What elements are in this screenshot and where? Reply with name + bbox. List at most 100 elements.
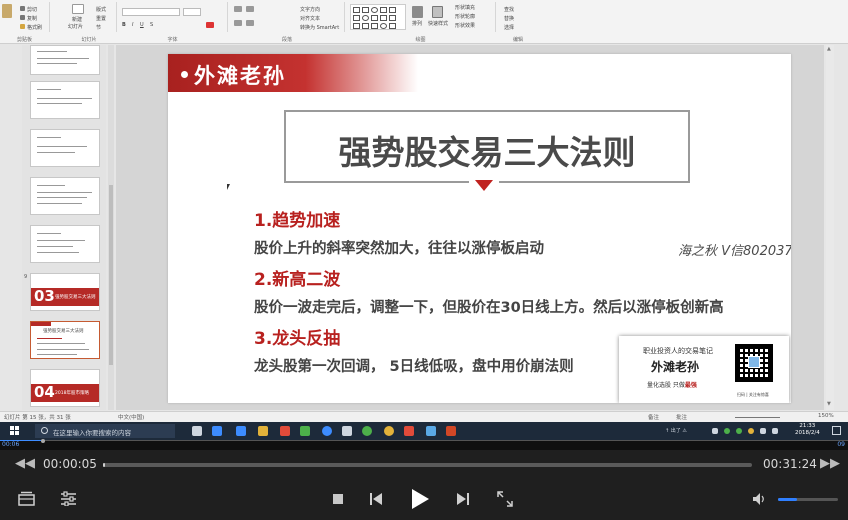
chrome-icon[interactable] — [384, 426, 394, 436]
shape-effects-button[interactable]: 形状效果 — [455, 22, 475, 29]
quick-styles-icon[interactable] — [432, 6, 443, 18]
italic-icon[interactable]: I — [132, 22, 133, 28]
smartart-button[interactable]: 转换为 SmartArt — [300, 24, 339, 31]
playlist-icon[interactable] — [18, 491, 35, 506]
copy-icon[interactable] — [20, 15, 25, 20]
ppt-ribbon: 剪切 复制 格式刷 剪贴板 新建 幻灯片 版式 重置 节 幻灯片 B I U S… — [0, 0, 848, 44]
arrange-button[interactable]: 排列 — [412, 20, 422, 27]
paste-icon[interactable] — [2, 4, 12, 18]
mini-progress-knob[interactable] — [41, 439, 45, 443]
next-icon[interactable] — [456, 492, 470, 506]
previous-icon[interactable] — [369, 492, 383, 506]
windows-start-icon[interactable] — [10, 426, 19, 435]
text-direction-button[interactable]: 文字方向 — [300, 6, 320, 13]
bullets-icon[interactable] — [234, 6, 242, 12]
slide-thumbnail[interactable] — [30, 225, 100, 263]
bold-icon[interactable]: B — [122, 22, 126, 28]
replace-button[interactable]: 替换 — [504, 15, 514, 22]
slide-scrollbar[interactable]: ▲ ▼ — [826, 45, 834, 410]
slide-thumbnail[interactable] — [30, 45, 100, 75]
find-button[interactable]: 查找 — [504, 6, 514, 13]
zoom-level[interactable]: 150% — [818, 413, 834, 419]
align-center-icon[interactable] — [246, 20, 254, 26]
slide-thumbnail-selected[interactable]: 强势股交易三大法则 — [30, 321, 100, 359]
system-tray[interactable]: ↑ 出了 ⚠ — [665, 427, 687, 434]
powerpoint-icon[interactable] — [446, 426, 456, 436]
taskbar-clock[interactable]: 21:33 2018/2/4 — [795, 423, 820, 437]
app-icon[interactable] — [280, 426, 290, 436]
format-painter-button[interactable]: 格式刷 — [27, 24, 42, 31]
app-icon[interactable] — [426, 426, 436, 436]
app-store-icon[interactable] — [212, 426, 222, 436]
language-indicator[interactable]: 中文(中国) — [118, 413, 144, 421]
scroll-down-icon[interactable]: ▼ — [827, 401, 831, 407]
shape-outline-button[interactable]: 形状轮廓 — [455, 13, 475, 20]
cut-button[interactable]: 剪切 — [27, 6, 37, 13]
new-slide-button[interactable]: 新建 — [72, 16, 82, 23]
volume-slider[interactable] — [778, 498, 838, 501]
task-view-icon[interactable] — [192, 426, 202, 436]
slide-thumbnail[interactable] — [30, 129, 100, 167]
shadow-icon[interactable]: S — [150, 22, 153, 28]
video-player-controls: ◀◀ 00:00:05 00:31:24 ▶▶ — [0, 450, 848, 520]
mail-icon[interactable] — [342, 426, 352, 436]
app-icon[interactable] — [404, 426, 414, 436]
edge-browser-icon[interactable] — [236, 426, 246, 436]
align-text-button[interactable]: 对齐文本 — [300, 15, 320, 22]
bullet-dot-icon — [181, 71, 188, 78]
slide-number: 9 — [24, 274, 28, 280]
current-slide[interactable]: 外滩老孙 强势股交易三大法则 1.趋势加速 股价上升的斜率突然加大，往往以涨停板… — [168, 54, 791, 403]
file-explorer-icon[interactable] — [258, 426, 268, 436]
app-icon[interactable] — [300, 426, 310, 436]
tray-icon[interactable] — [712, 428, 718, 434]
volume-icon[interactable] — [752, 492, 766, 506]
fullscreen-icon[interactable] — [497, 491, 513, 507]
shapes-gallery[interactable] — [350, 4, 406, 30]
section-button[interactable]: 节 — [96, 24, 101, 31]
numbering-icon[interactable] — [246, 6, 254, 12]
new-slide-button-line2[interactable]: 幻灯片 — [68, 23, 83, 30]
arrange-icon[interactable] — [412, 6, 423, 18]
browser-icon[interactable] — [322, 426, 332, 436]
app-icon[interactable] — [362, 426, 372, 436]
select-button[interactable]: 选择 — [504, 24, 514, 31]
speaker-icon[interactable] — [772, 428, 778, 434]
seek-bar[interactable] — [103, 463, 752, 467]
video-frame[interactable]: 剪切 复制 格式刷 剪贴板 新建 幻灯片 版式 重置 节 幻灯片 B I U S… — [0, 0, 848, 440]
layout-button[interactable]: 版式 — [96, 6, 106, 13]
rewind-icon[interactable]: ◀◀ — [15, 456, 35, 471]
slide-thumbnail[interactable]: 04 2018年股市策略 — [30, 369, 100, 407]
reset-button[interactable]: 重置 — [96, 15, 106, 22]
fast-forward-icon[interactable]: ▶▶ — [820, 456, 840, 471]
mini-progress-bar[interactable] — [0, 440, 848, 441]
tray-icon[interactable] — [736, 428, 742, 434]
cut-icon[interactable] — [20, 6, 25, 11]
scroll-up-icon[interactable]: ▲ — [827, 46, 831, 52]
slide-thumbnail[interactable]: 9 03 强势股交易三大法则 — [24, 273, 100, 311]
play-icon[interactable] — [410, 488, 430, 510]
font-color-icon[interactable] — [206, 22, 214, 28]
new-slide-icon[interactable] — [72, 4, 84, 14]
comments-button[interactable]: 批注 — [676, 413, 687, 421]
shape-fill-button[interactable]: 形状填充 — [455, 4, 475, 11]
format-painter-icon[interactable] — [20, 24, 25, 29]
notes-button[interactable]: 备注 — [648, 413, 659, 421]
equalizer-icon[interactable] — [60, 491, 77, 506]
thumbnail-scrollbar[interactable] — [108, 45, 114, 410]
taskbar-search-box[interactable]: 在这里输入你要搜索的内容 — [35, 424, 175, 438]
slide-thumbnail[interactable] — [30, 81, 100, 119]
underline-icon[interactable]: U — [140, 22, 144, 28]
stop-icon[interactable] — [333, 494, 343, 504]
tray-icon[interactable] — [724, 428, 730, 434]
network-icon[interactable] — [760, 428, 766, 434]
zoom-slider[interactable] — [735, 417, 780, 418]
font-size-select[interactable] — [183, 8, 201, 16]
quick-styles-button[interactable]: 快速样式 — [428, 20, 448, 27]
rule-text: 股价一波走完后，调整一下，但股价在30日线上方。然后以涨停板创新高 — [254, 300, 724, 316]
align-left-icon[interactable] — [234, 20, 242, 26]
tray-icon[interactable] — [748, 428, 754, 434]
slide-thumbnail[interactable] — [30, 177, 100, 215]
font-name-select[interactable] — [122, 8, 180, 16]
copy-button[interactable]: 复制 — [27, 15, 37, 22]
notification-center-icon[interactable] — [832, 426, 841, 435]
